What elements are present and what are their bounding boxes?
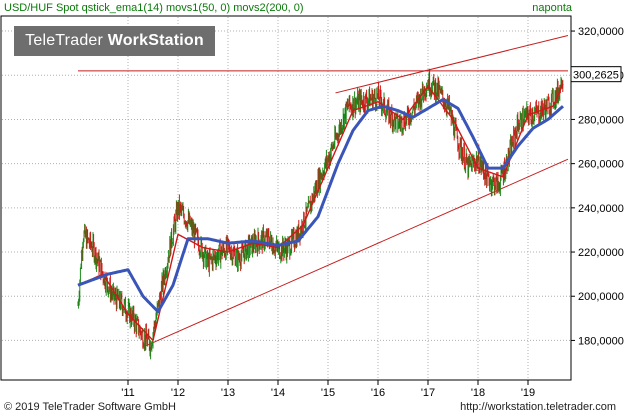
- y-tick-label: 280,0000: [578, 114, 624, 126]
- y-tick-label: 240,0000: [578, 203, 624, 215]
- x-tick-label: '19: [521, 387, 535, 399]
- x-tick-label: '17: [421, 387, 435, 399]
- brand-name-light: TeleTrader: [25, 32, 108, 49]
- x-tick-label: '14: [271, 387, 285, 399]
- price-chart[interactable]: 180,0000 200,0000 220,0000 240,0000 260,0000…: [0, 0, 624, 417]
- y-tick-label: 220,0000: [578, 247, 624, 259]
- y-tick-label: 260,0000: [578, 159, 624, 171]
- x-tick-label: '18: [471, 387, 485, 399]
- x-tick-label: '12: [171, 387, 185, 399]
- x-tick-label: '15: [321, 387, 335, 399]
- y-tick-label: 200,0000: [578, 291, 624, 303]
- website-link[interactable]: http://workstation.teletrader.com: [460, 401, 616, 413]
- copyright-text: © 2019 TeleTrader Software GmbH: [4, 401, 176, 413]
- x-tick-label: '13: [221, 387, 235, 399]
- y-tick-label: 180,0000: [578, 335, 624, 347]
- brand-logo: TeleTrader WorkStation: [14, 26, 215, 56]
- brand-name-bold: WorkStation: [107, 32, 204, 49]
- x-tick-label: '16: [371, 387, 385, 399]
- last-value-label: 300,2625: [573, 70, 619, 82]
- chart-window: USD/HUF Spot qstick_ema1(14) movs1(50, 0…: [0, 0, 624, 417]
- x-tick-label: '11: [121, 387, 135, 399]
- y-tick-label: 320,0000: [578, 26, 624, 38]
